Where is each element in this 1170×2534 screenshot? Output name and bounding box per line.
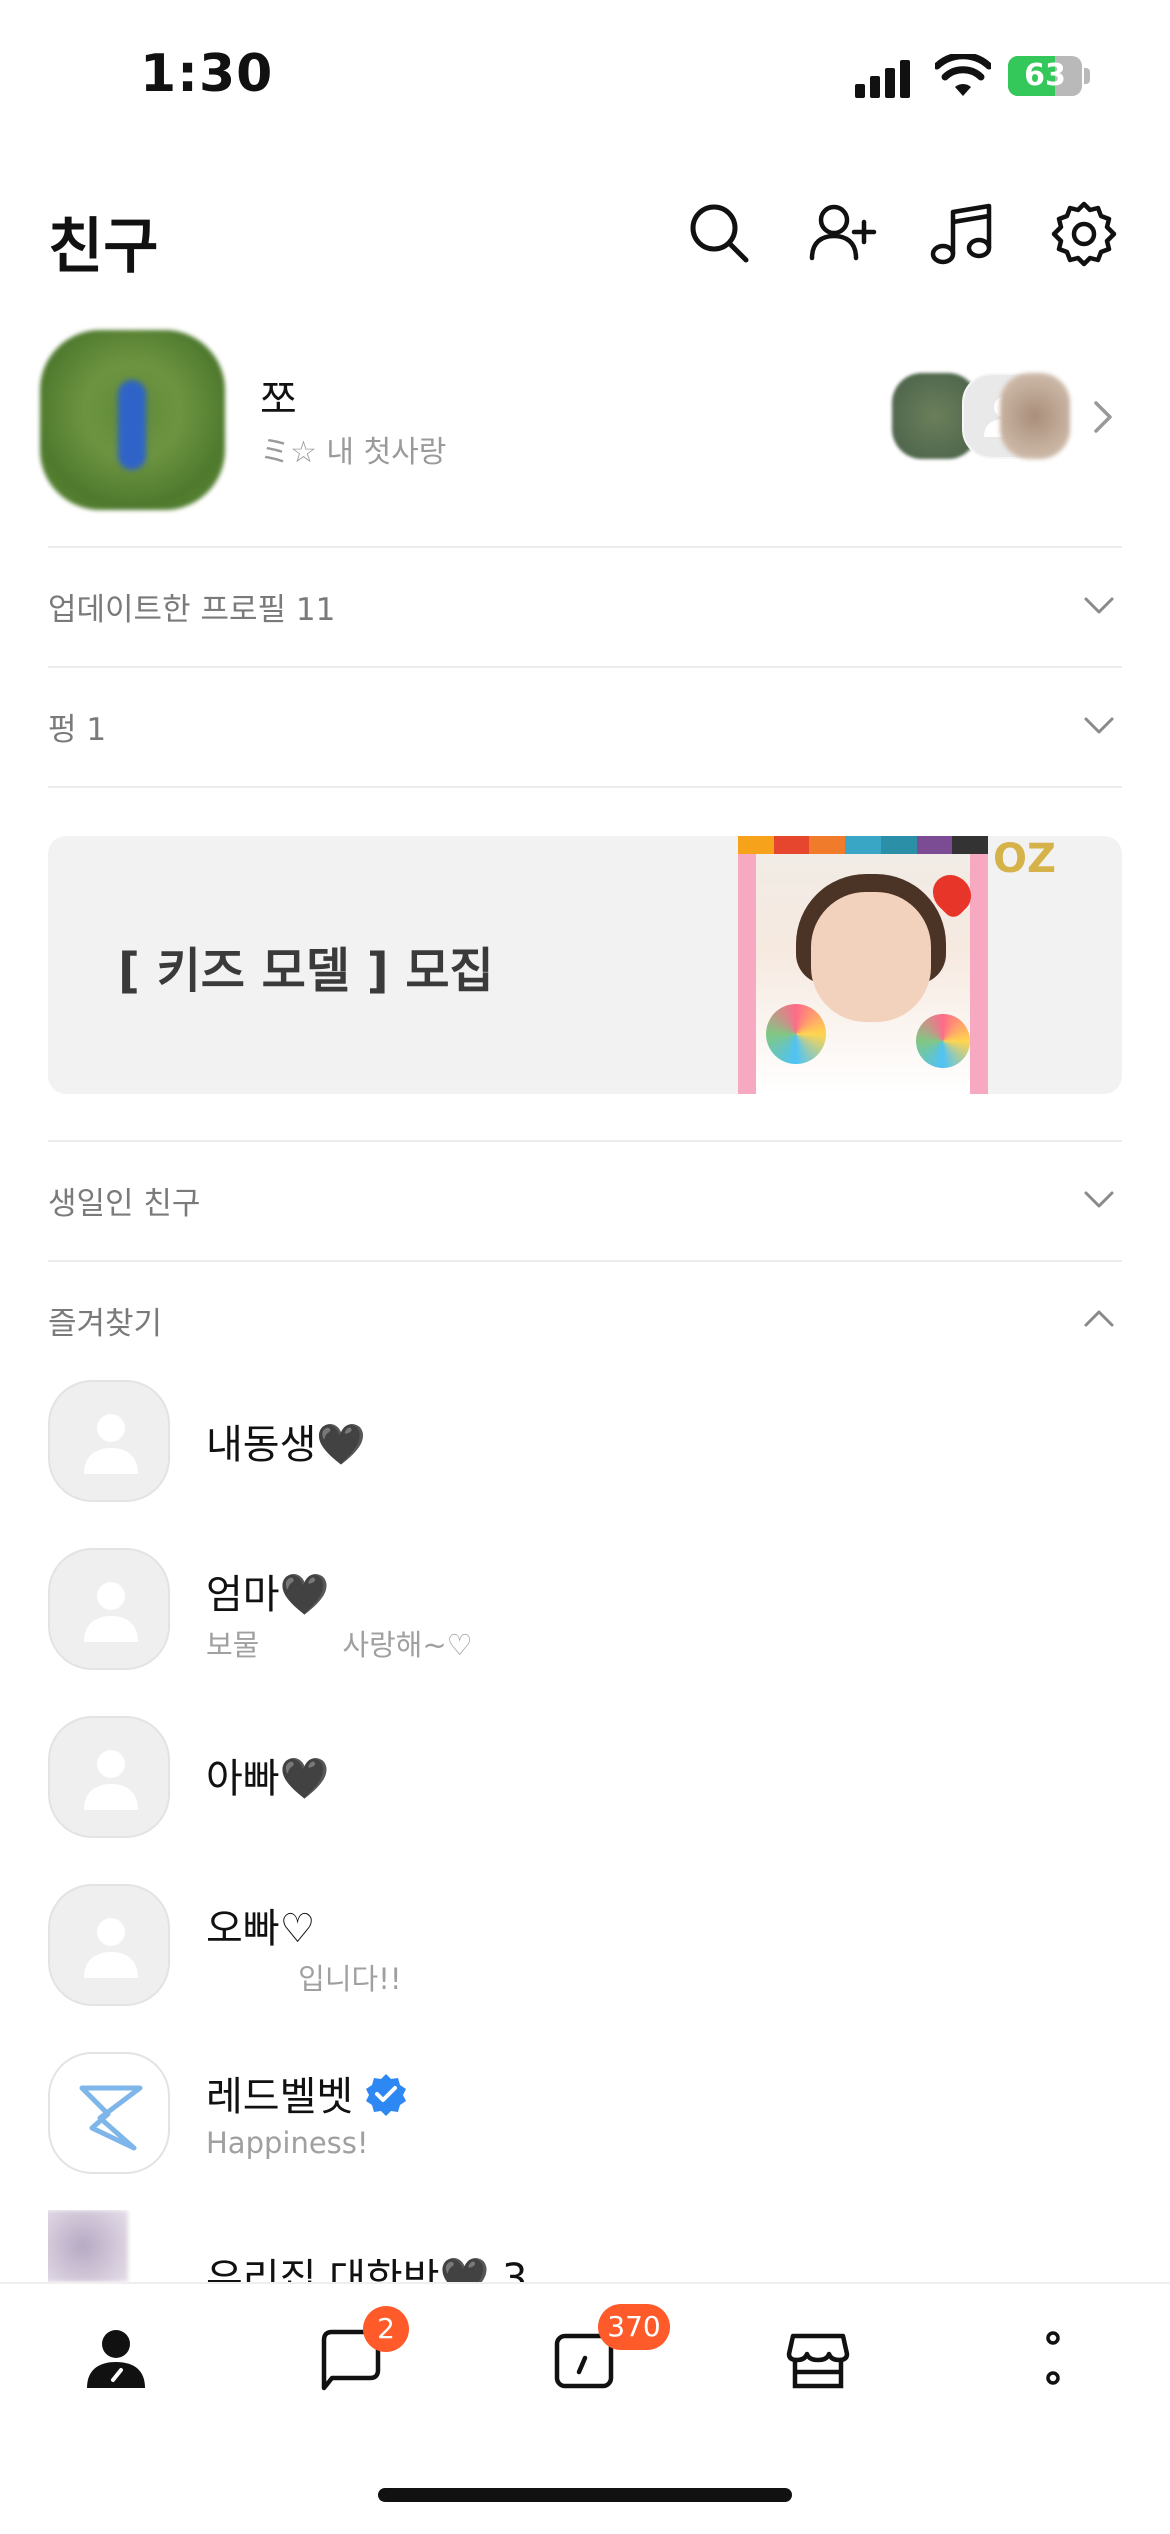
battery-icon: 63 [1008,56,1082,96]
verified-badge-icon [364,2072,408,2116]
friend-avatar[interactable] [48,1380,170,1502]
pung-label: 펑 1 [48,712,107,748]
updated-profiles-label: 업데이트한 프로필 11 [48,592,336,628]
chats-badge: 2 [363,2306,409,2352]
more-tab[interactable] [987,2284,1117,2444]
chats-tab[interactable]: 2 [285,2284,415,2444]
home-indicator [378,2488,792,2502]
settings-icon[interactable] [1048,198,1120,270]
battery-percent: 63 [1024,58,1066,93]
birthday-label: 생일인 친구 [48,1186,201,1222]
music-icon[interactable] [926,198,998,270]
person-icon [87,2330,145,2388]
friend-name: 내동생🖤 [206,1422,367,1468]
friend-avatar[interactable] [48,1884,170,2006]
friend-row[interactable]: 레드벨벳 Happiness! [48,2042,1122,2182]
friend-row[interactable]: 오빠♡ 입니다!! [48,1874,1122,2014]
friend-row[interactable]: 엄마🖤 보물 사랑해~♡ [48,1538,1122,1678]
friend-name: 아빠🖤 [206,1756,330,1802]
ad-banner[interactable]: [ 키즈 모델 ] 모집 OZ [48,836,1122,1094]
banner-text: [ 키즈 모델 ] 모집 [118,943,494,999]
friend-avatar[interactable] [48,2210,128,2282]
my-profile[interactable]: 쪼 ミ☆ 내 첫사랑 [40,325,1130,515]
friend-status-message: Happiness! [206,2126,369,2160]
more-dots-icon [1046,2331,1060,2385]
multi-profile-thumbnails[interactable] [852,373,1112,459]
multi-profile-thumb [1000,373,1070,459]
chevron-down-icon[interactable] [1082,588,1116,622]
openchat-tab[interactable]: 370 [518,2284,670,2444]
status-time: 1:30 [140,44,274,104]
wifi-icon [933,52,993,98]
birthday-row[interactable]: 생일인 친구 [48,1140,1122,1260]
chevron-up-icon[interactable] [1082,1302,1116,1336]
friend-row[interactable]: 내동생🖤 [48,1370,1122,1510]
shopping-tab[interactable] [752,2284,882,2444]
battery-cap [1084,68,1090,84]
friend-row[interactable]: 우리집 대한반🖤 3 [48,2210,1122,2282]
friend-name: 오빠♡ [206,1906,316,1952]
friend-avatar[interactable] [48,1716,170,1838]
friends-tab[interactable] [50,2284,180,2444]
chevron-down-icon[interactable] [1082,1182,1116,1216]
updated-profiles-row[interactable]: 업데이트한 프로필 11 [48,546,1122,666]
avatar-figure [118,380,146,470]
friend-name: 레드벨벳 [206,2074,354,2120]
pung-row[interactable]: 펑 1 [48,666,1122,786]
friend-avatar[interactable] [48,2052,170,2174]
banner-logo: OZ [993,836,1057,882]
redvelvet-logo-icon [79,2085,143,2151]
status-bar: 1:30 63 [0,0,1170,150]
friend-name: 우리집 대한반🖤 3 [206,2256,528,2282]
friend-status-message: 입니다!! [206,1962,402,1996]
friend-name: 엄마🖤 [206,1572,330,1618]
header: 친구 [0,180,1170,290]
friend-row[interactable]: 아빠🖤 [48,1706,1122,1846]
favorites-label: 즐겨찾기 [48,1306,163,1342]
favorites-row[interactable]: 즐겨찾기 [48,1260,1122,1380]
add-friend-icon[interactable] [806,198,878,270]
friend-status-message: 보물 사랑해~♡ [206,1628,473,1662]
page-title: 친구 [48,212,159,282]
friend-avatar[interactable] [48,1548,170,1670]
search-icon[interactable] [684,198,756,270]
banner-image [738,836,989,1094]
my-profile-name: 쪼 [260,377,297,423]
chevron-right-icon[interactable] [1090,397,1116,437]
signal-icon [855,58,915,98]
store-icon [786,2333,850,2389]
openchat-badge: 370 [598,2304,670,2350]
divider [48,786,1122,790]
chevron-down-icon[interactable] [1082,708,1116,742]
my-profile-status: ミ☆ 내 첫사랑 [260,435,447,470]
